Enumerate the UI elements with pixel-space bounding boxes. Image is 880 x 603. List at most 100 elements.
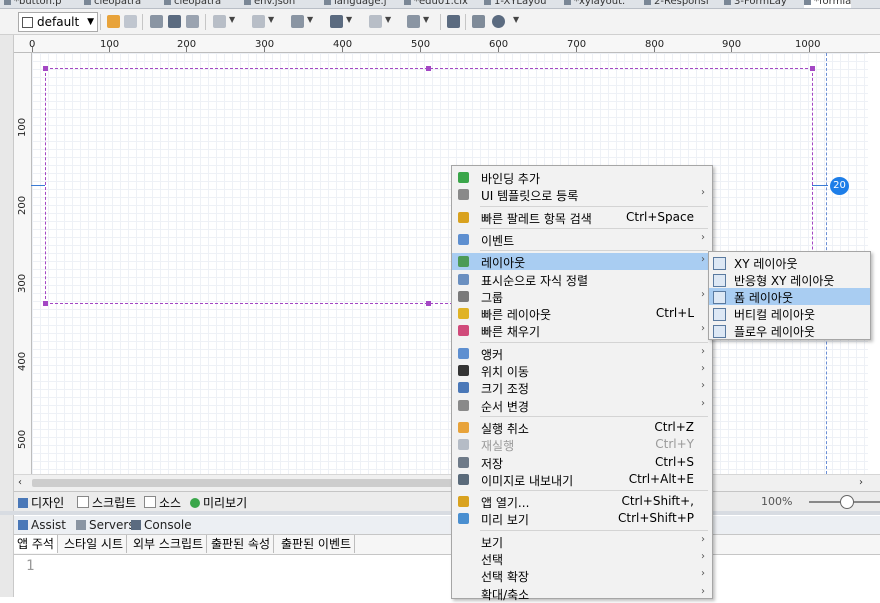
chevron-down-icon[interactable]: ▼ <box>385 15 391 24</box>
file-icon <box>84 0 91 5</box>
editor-tab[interactable]: *button.p <box>4 0 62 8</box>
paste-icon[interactable] <box>186 15 199 28</box>
arrange-icon[interactable] <box>330 15 343 28</box>
editor-tab[interactable]: 1-XYLayou <box>484 0 547 8</box>
context-menu-item[interactable]: 빠른 팔레트 항목 검색 Ctrl+Space <box>452 209 712 226</box>
redo-icon <box>458 439 469 451</box>
cut-icon[interactable] <box>168 15 181 28</box>
layout-submenu-item[interactable]: 폼 레이아웃 <box>709 288 870 305</box>
resize-handle[interactable] <box>43 66 48 71</box>
editor-tab[interactable]: 2-Responsi <box>644 0 709 8</box>
comment-editor[interactable]: 1 <box>14 555 880 597</box>
menu-item-label: 빠른 레이아웃 <box>481 308 552 323</box>
editor-tab[interactable]: *xylayout. <box>564 0 625 8</box>
open-app-icon <box>458 496 469 508</box>
layout-combo[interactable]: default ▼ <box>18 12 98 32</box>
canvas-horizontal-scrollbar[interactable]: ‹ › <box>14 474 880 492</box>
add-binding-icon <box>458 172 469 183</box>
context-menu-item[interactable]: 앵커 › <box>452 345 712 362</box>
ruler-label: 500 <box>17 429 28 449</box>
order-icon[interactable] <box>407 15 420 28</box>
resize-handle[interactable] <box>426 301 431 306</box>
context-menu-item[interactable]: 저장 Ctrl+S <box>452 454 712 471</box>
context-menu-item[interactable]: 바인딩 추가 <box>452 169 712 186</box>
context-menu-item[interactable]: 순서 변경 › <box>452 397 712 414</box>
editor-tab[interactable]: cleopatra <box>84 0 141 8</box>
context-menu-item[interactable]: 실행 취소 Ctrl+Z <box>452 419 712 436</box>
context-menu-item[interactable]: UI 템플릿으로 등록 › <box>452 186 712 203</box>
tab-source[interactable]: 소스 <box>144 494 181 511</box>
distribute-icon[interactable] <box>369 15 382 28</box>
layout-submenu-item[interactable]: 플로우 레이아웃 <box>709 322 870 339</box>
scroll-right-icon[interactable]: › <box>859 477 863 488</box>
editor-tab[interactable]: 3-FormLay <box>724 0 787 8</box>
editor-tab[interactable]: *formla <box>804 0 852 8</box>
layout-submenu-item[interactable]: 반응형 XY 레이아웃 <box>709 271 870 288</box>
panel-splitter[interactable] <box>0 511 880 515</box>
resize-handle[interactable] <box>43 301 48 306</box>
context-menu-item[interactable]: 앱 열기... Ctrl+Shift+, <box>452 493 712 510</box>
globe-icon[interactable] <box>492 15 505 28</box>
tab-console[interactable]: Console <box>131 518 192 532</box>
tab-app-comment[interactable]: 앱 주석 <box>14 535 58 553</box>
editor-tab[interactable]: cleopatra <box>164 0 221 8</box>
resize-handle[interactable] <box>810 66 815 71</box>
tab-published-properties[interactable]: 출판된 속성 <box>208 535 275 553</box>
tab-preview[interactable]: 미리보기 <box>190 494 247 511</box>
submenu-item-label: 플로우 레이아웃 <box>734 325 816 339</box>
context-menu-item[interactable]: 보기 › <box>452 533 712 550</box>
align-left-icon[interactable] <box>213 15 226 28</box>
undo-icon[interactable] <box>107 15 120 28</box>
chevron-down-icon[interactable]: ▼ <box>513 15 519 24</box>
tab-external-script[interactable]: 외부 스크립트 <box>130 535 208 553</box>
tab-assist[interactable]: Assist <box>18 518 66 532</box>
ruler-tick <box>420 47 421 52</box>
editor-tab[interactable]: env.json <box>244 0 295 8</box>
tab-script[interactable]: 스크립트 <box>77 494 136 511</box>
context-menu-item[interactable]: 재실행 Ctrl+Y <box>452 436 712 453</box>
layout-submenu-item[interactable]: XY 레이아웃 <box>709 254 870 271</box>
context-menu-item[interactable]: 위치 이동 › <box>452 362 712 379</box>
context-menu-item[interactable]: 선택 › <box>452 550 712 567</box>
copy-icon[interactable] <box>150 15 163 28</box>
chevron-down-icon[interactable]: ▼ <box>423 15 429 24</box>
ruler-label: 200 <box>17 195 28 215</box>
redo-icon[interactable] <box>124 15 137 28</box>
layout-submenu-item[interactable]: 버티컬 레이아웃 <box>709 305 870 322</box>
chevron-down-icon[interactable]: ▼ <box>268 15 274 24</box>
resize-handle[interactable] <box>426 66 431 71</box>
same-size-icon[interactable] <box>291 15 304 28</box>
tab-published-events[interactable]: 출판된 이벤트 <box>278 535 356 553</box>
scroll-left-icon[interactable]: ‹ <box>18 477 22 488</box>
chevron-down-icon[interactable]: ▼ <box>307 15 313 24</box>
tab-design[interactable]: 디자인 <box>18 494 64 511</box>
anchor-icon <box>458 347 469 359</box>
context-menu-item[interactable]: 선택 확장 › <box>452 567 712 584</box>
context-menu-item[interactable]: 빠른 레이아웃 Ctrl+L <box>452 305 712 322</box>
context-menu-item[interactable]: 그룹 › <box>452 288 712 305</box>
tab-stylesheet[interactable]: 스타일 시트 <box>61 535 128 553</box>
context-menu-item[interactable]: 확대/축소 › <box>452 585 712 602</box>
layout-combo-value: default <box>37 15 80 29</box>
context-menu-item[interactable]: 크기 조정 › <box>452 379 712 396</box>
grid-icon[interactable] <box>472 15 485 28</box>
chevron-down-icon[interactable]: ▼ <box>229 15 235 24</box>
context-menu-item[interactable]: 빠른 채우기 › <box>452 322 712 339</box>
quick-layout-icon <box>458 308 469 320</box>
align-top-icon[interactable] <box>252 15 265 28</box>
zoom-slider-knob[interactable] <box>840 495 854 509</box>
context-menu-item[interactable]: 레이아웃 › <box>452 253 712 271</box>
chevron-down-icon[interactable]: ▼ <box>346 15 352 24</box>
tab-servers[interactable]: Servers <box>76 518 135 532</box>
scroll-thumb[interactable] <box>32 479 462 487</box>
context-menu-item[interactable]: 이미지로 내보내기 Ctrl+Alt+E <box>452 471 712 488</box>
editor-tab[interactable]: *edu01.clx <box>404 0 468 8</box>
context-menu-item[interactable]: 미리 보기 Ctrl+Shift+P <box>452 510 712 527</box>
editor-tab[interactable]: language.j <box>324 0 387 8</box>
context-menu-item[interactable]: 표시순으로 자식 정렬 <box>452 271 712 288</box>
screenshot-icon[interactable] <box>447 15 460 28</box>
file-icon <box>404 0 411 5</box>
context-menu-item[interactable]: 이벤트 › <box>452 231 712 248</box>
menu-separator <box>480 415 708 417</box>
file-icon <box>4 0 11 5</box>
